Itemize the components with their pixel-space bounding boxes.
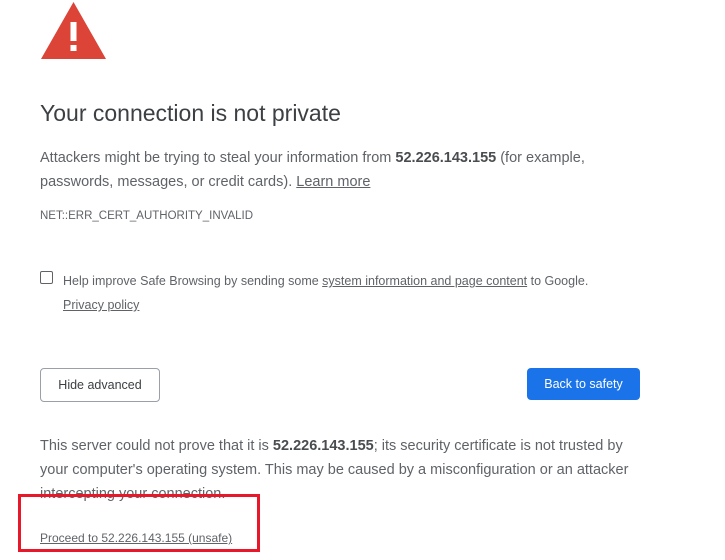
intro-text-before: Attackers might be trying to steal your … xyxy=(40,150,396,166)
page-title: Your connection is not private xyxy=(40,100,341,126)
safe-browsing-checkbox[interactable] xyxy=(40,271,53,284)
hide-advanced-button[interactable]: Hide advanced xyxy=(40,368,160,402)
privacy-policy-link[interactable]: Privacy policy xyxy=(63,298,139,312)
intro-host: 52.226.143.155 xyxy=(395,150,497,166)
safe-browsing-text: Help improve Safe Browsing by sending so… xyxy=(63,269,633,317)
intro-text: Attackers might be trying to steal your … xyxy=(40,146,640,194)
safe-browsing-text-after: to Google. xyxy=(527,274,589,288)
error-code: NET::ERR_CERT_AUTHORITY_INVALID xyxy=(40,210,254,222)
proceed-unsafe-link[interactable]: Proceed to 52.226.143.155 (unsafe) xyxy=(40,531,232,545)
back-to-safety-button[interactable]: Back to safety xyxy=(527,368,640,400)
details-text-before: This server could not prove that it is xyxy=(40,438,273,454)
interstitial-page: Your connection is not private Attackers… xyxy=(0,0,725,560)
system-info-link[interactable]: system information and page content xyxy=(322,274,527,288)
safe-browsing-text-before: Help improve Safe Browsing by sending so… xyxy=(63,274,323,288)
warning-icon xyxy=(41,2,106,59)
learn-more-link[interactable]: Learn more xyxy=(296,174,370,190)
details-text: This server could not prove that it is 5… xyxy=(40,434,640,506)
details-host: 52.226.143.155 xyxy=(272,438,374,454)
